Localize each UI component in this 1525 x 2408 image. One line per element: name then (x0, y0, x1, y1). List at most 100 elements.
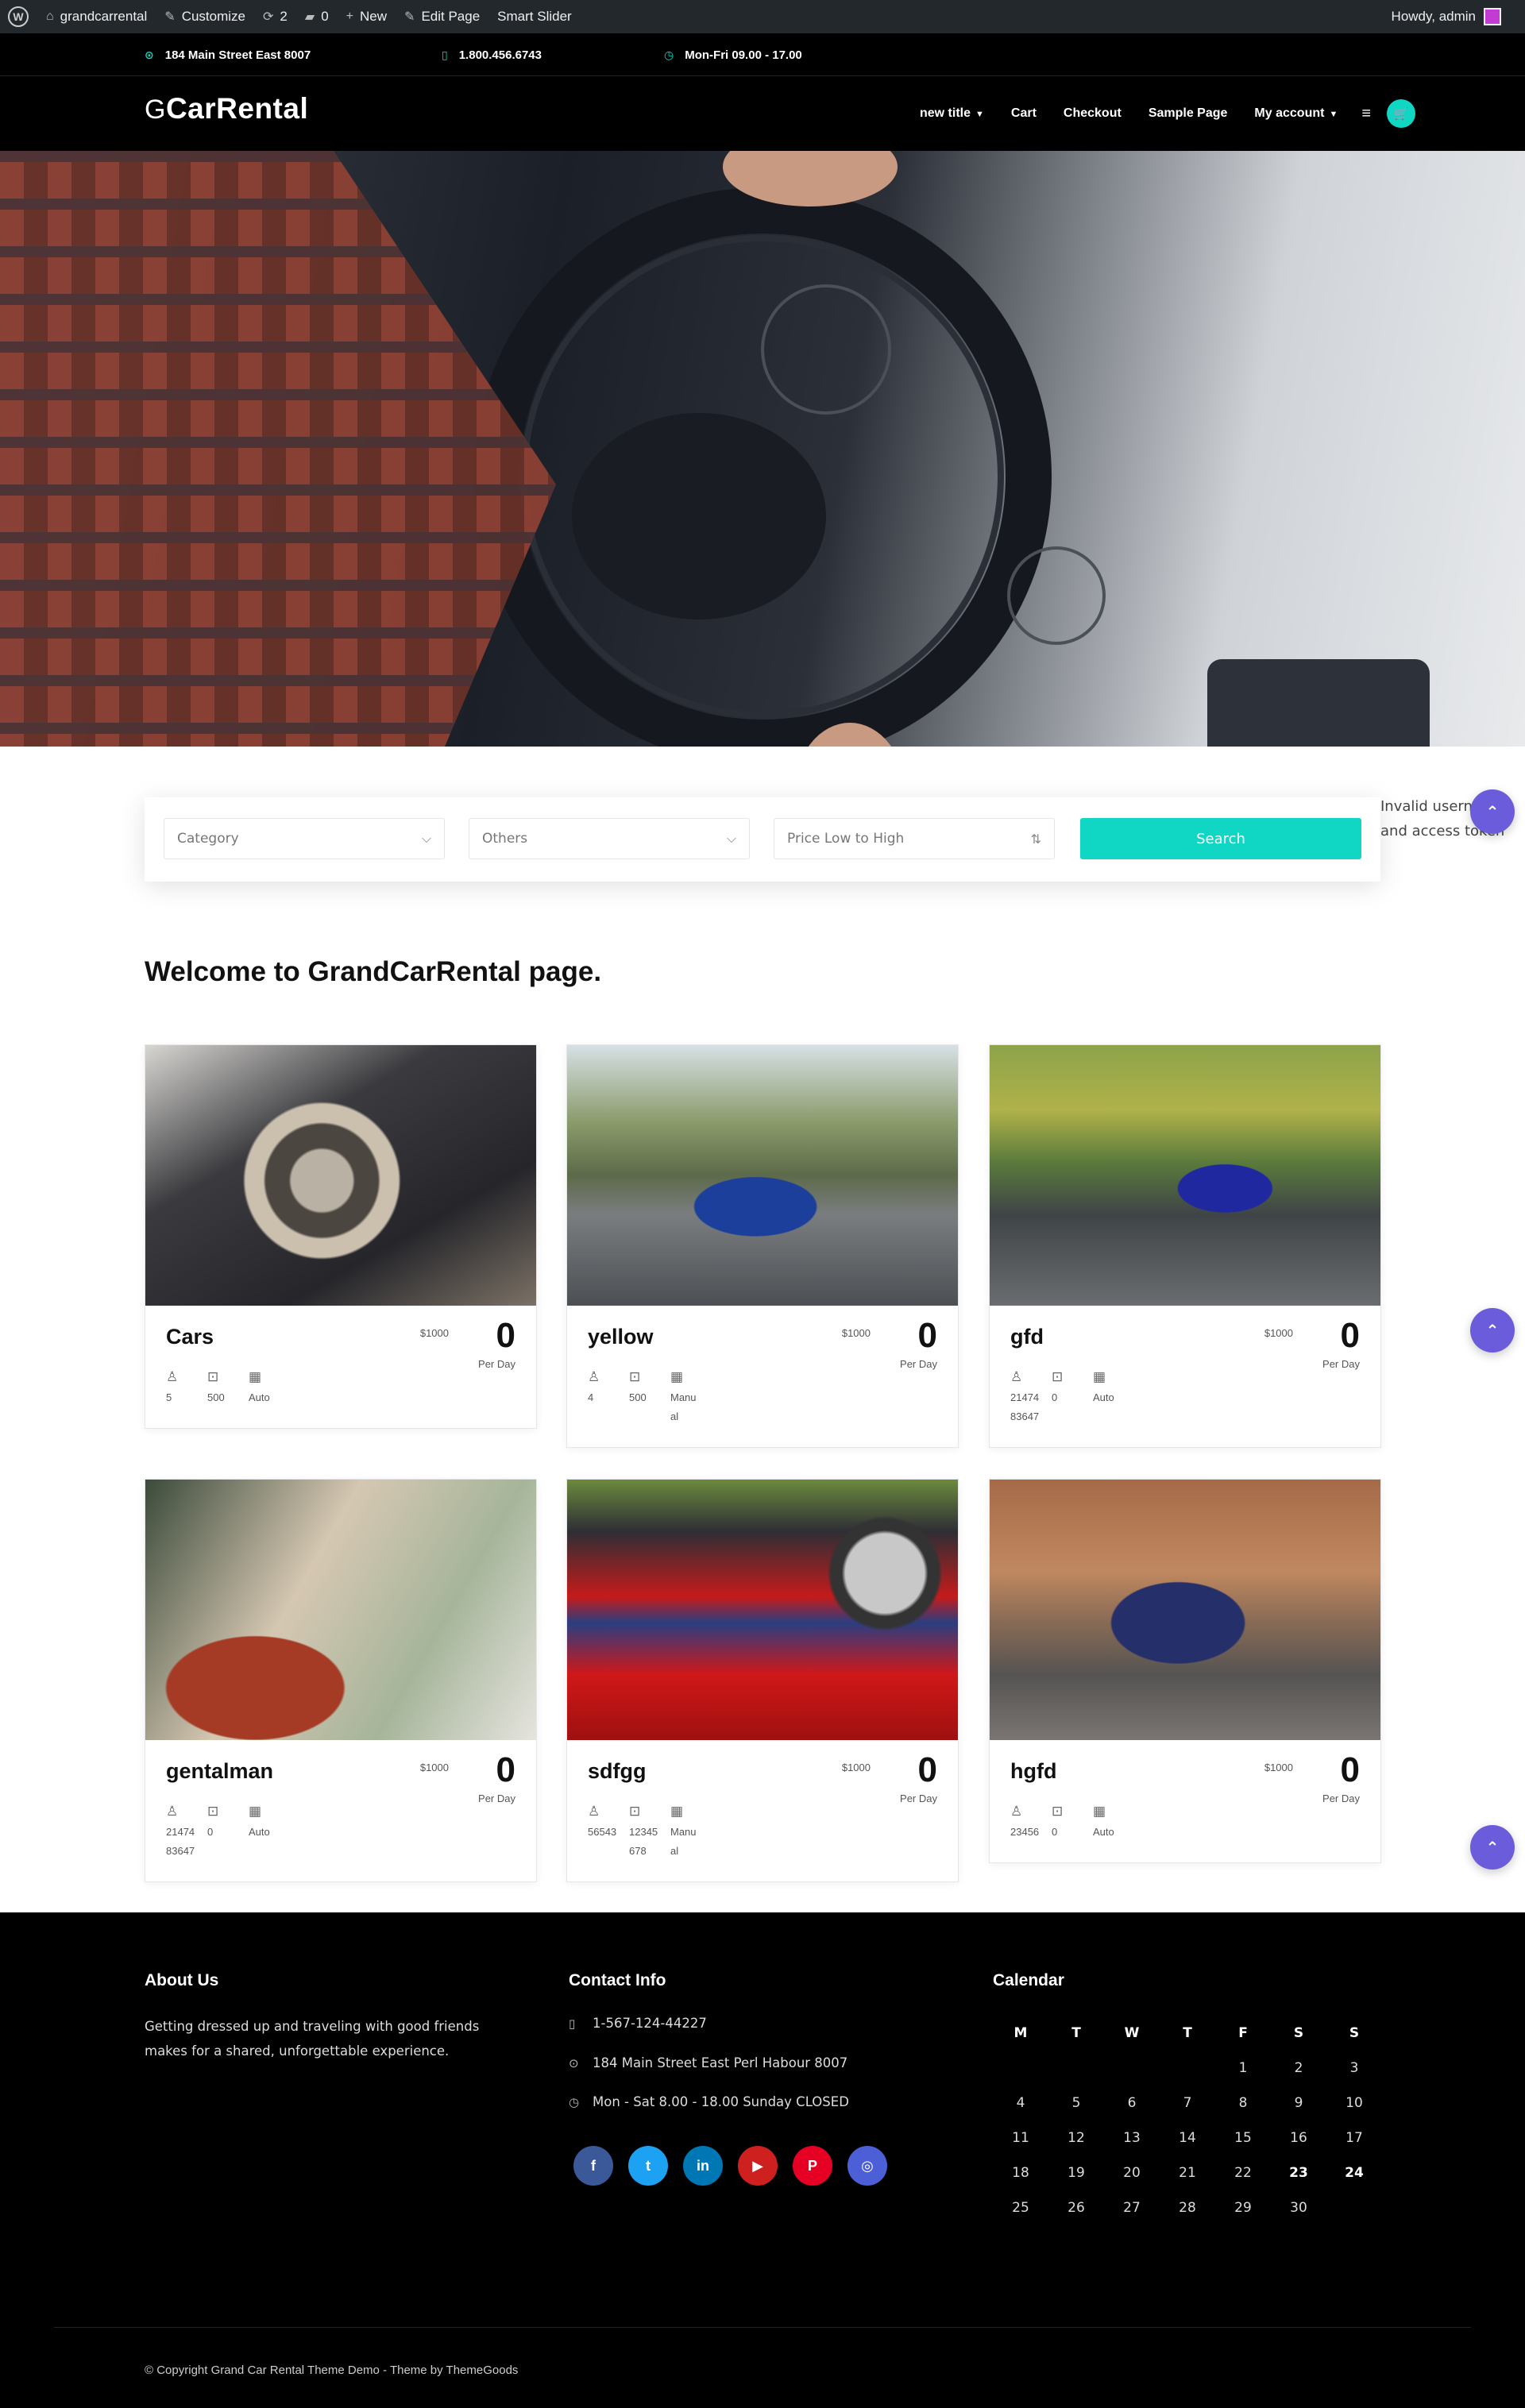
calendar-week: 25 26 27 28 29 30 (993, 2190, 1382, 2225)
person-icon: ♙ (1010, 1804, 1023, 1819)
price-value: 0 (917, 1316, 937, 1355)
car-card[interactable]: sdfgg $1000 0 Per Day ♙ 56543 ⊡ 12345 678 … (566, 1479, 959, 1882)
search-button[interactable]: Search (1080, 818, 1361, 859)
wordpress-icon: W (8, 6, 29, 27)
scroll-up-button[interactable]: ⌃ (1470, 789, 1515, 834)
pinterest-icon[interactable]: P (793, 2146, 832, 2186)
luggage-spec: ⊡ 500 (207, 1366, 237, 1407)
updates-link[interactable]: ⟳ 2 (263, 9, 288, 25)
chevron-down-icon: ⌵ (421, 831, 431, 846)
gearbox-icon: ▦ (670, 1804, 684, 1819)
car-image[interactable] (145, 1480, 536, 1740)
calendar-day: 5 (1071, 2095, 1081, 2111)
person-icon: ♙ (166, 1804, 179, 1819)
about-title: About Us (145, 1971, 219, 1989)
category-select[interactable]: Category ⌵ (164, 818, 445, 859)
price-value: 0 (917, 1750, 937, 1789)
site-logo[interactable]: GCarRental (145, 92, 308, 125)
instagram-icon[interactable]: ◎ (847, 2146, 887, 2186)
car-title[interactable]: hgfd (1010, 1759, 1056, 1784)
clock-icon: ◷ (664, 48, 674, 61)
calendar-day: 19 (1068, 2165, 1085, 2181)
facebook-icon[interactable]: f (573, 2146, 613, 2186)
site-name-link[interactable]: ⌂ grandcarrental (46, 9, 147, 25)
luggage-icon: ⊡ (1052, 1804, 1064, 1819)
comments-link[interactable]: ▰ 0 (305, 9, 329, 25)
car-image[interactable] (567, 1045, 958, 1306)
twitter-icon[interactable]: t (628, 2146, 668, 2186)
scroll-up-button[interactable]: ⌃ (1470, 1825, 1515, 1870)
per-day-label: Per Day (478, 1358, 515, 1370)
page-title: Welcome to GrandCarRental page. (145, 956, 602, 987)
chevron-up-icon: ⌃ (1485, 803, 1500, 821)
calendar-day: 2 (1294, 2060, 1303, 2076)
linkedin-icon[interactable]: in (683, 2146, 723, 2186)
avatar (1484, 8, 1501, 25)
car-specs: ♙ 23456 ⊡ 0 ▦ Auto (1010, 1800, 1123, 1842)
car-card[interactable]: yellow $1000 0 Per Day ♙ 4 ⊡ 500 ▦ Manu al (566, 1044, 959, 1448)
calendar-day: 16 (1290, 2130, 1307, 2146)
car-card[interactable]: hgfd $1000 0 Per Day ♙ 23456 ⊡ 0 ▦ Auto (989, 1479, 1381, 1863)
nav-item-new-title[interactable]: new title ▼ (920, 106, 984, 121)
car-image[interactable] (145, 1045, 536, 1306)
nav-item-cart[interactable]: Cart (1011, 106, 1037, 121)
sort-icon: ⇅ (1030, 831, 1041, 847)
smart-slider-link[interactable]: Smart Slider (497, 9, 572, 25)
car-card[interactable]: gfd $1000 0 Per Day ♙ 21474 83647 ⊡ 0 ▦ Aut… (989, 1044, 1381, 1448)
chevron-down-icon: ⌵ (726, 831, 736, 846)
car-title[interactable]: sdfgg (588, 1759, 647, 1784)
sort-select[interactable]: Price Low to High ⇅ (774, 818, 1055, 859)
calendar-day: 14 (1179, 2130, 1196, 2146)
calendar-day: 21 (1179, 2165, 1196, 2181)
chevron-down-icon: ▼ (1329, 110, 1338, 119)
calendar-day: 13 (1123, 2130, 1141, 2146)
price-label: $1000 (841, 1762, 871, 1773)
car-image[interactable] (990, 1045, 1380, 1306)
weekday-label: S (1349, 2025, 1360, 2041)
price-value: 0 (496, 1316, 515, 1355)
luggage-spec: ⊡ 12345 678 (629, 1800, 659, 1861)
car-image[interactable] (990, 1480, 1380, 1740)
nav-item-sample-page[interactable]: Sample Page (1149, 106, 1228, 121)
car-title[interactable]: gfd (1010, 1325, 1044, 1349)
car-title[interactable]: yellow (588, 1325, 654, 1349)
nav-item-checkout[interactable]: Checkout (1064, 106, 1122, 121)
edit-page-link[interactable]: ✎ Edit Page (404, 9, 480, 25)
customize-link[interactable]: ✎ Customize (164, 9, 245, 25)
person-icon: ♙ (588, 1804, 600, 1819)
car-title[interactable]: Cars (166, 1325, 214, 1349)
contact-address: ⊙ 184 Main Street East Perl Habour 8007 (569, 2055, 848, 2070)
account-menu[interactable]: Howdy, admin (1392, 0, 1501, 33)
menu-icon[interactable]: ≡ (1361, 105, 1371, 123)
per-day-label: Per Day (1322, 1358, 1360, 1370)
calendar-day (1104, 2051, 1160, 2086)
price-label: $1000 (1264, 1762, 1293, 1773)
nav-item-my-account[interactable]: My account ▼ (1254, 106, 1338, 121)
others-select[interactable]: Others ⌵ (469, 818, 750, 859)
car-image[interactable] (567, 1480, 958, 1740)
calendar-day: 11 (1012, 2130, 1029, 2146)
gauge-shape (761, 284, 891, 415)
luggage-spec: ⊡ 0 (1052, 1800, 1082, 1842)
topbar-phone: ▯ 1.800.456.6743 (442, 48, 542, 62)
scroll-up-button[interactable]: ⌃ (1470, 1308, 1515, 1353)
car-title[interactable]: gentalman (166, 1759, 273, 1784)
car-card[interactable]: Cars $1000 0 Per Day ♙ 5 ⊡ 500 ▦ Auto (145, 1044, 537, 1429)
top-info-bar: ⊙ 184 Main Street East 8007 ▯ 1.800.456.67… (0, 33, 1525, 76)
youtube-icon[interactable]: ▶ (738, 2146, 778, 2186)
seats-spec: ♙ 21474 83647 (1010, 1366, 1040, 1426)
site-header: GCarRental new title ▼ Cart Checkout Samp… (0, 76, 1525, 151)
car-card[interactable]: gentalman $1000 0 Per Day ♙ 21474 83647 ⊡… (145, 1479, 537, 1882)
comment-icon: ▰ (304, 10, 315, 24)
calendar-day: 9 (1294, 2095, 1303, 2111)
calendar: M T W T F S S 1 2 3 4 5 6 7 8 9 10 11 12… (993, 2016, 1382, 2225)
new-content-link[interactable]: + New (346, 9, 387, 25)
cart-button[interactable]: 🛒 (1387, 99, 1415, 128)
phone-icon: ▯ (442, 48, 448, 61)
gearbox-icon: ▦ (249, 1804, 262, 1819)
chevron-up-icon: ⌃ (1485, 1322, 1500, 1340)
steering-wheel-hub (572, 413, 826, 619)
calendar-day: 10 (1345, 2095, 1363, 2111)
weekday-label: S (1293, 2025, 1304, 2041)
wordpress-logo-button[interactable]: W (8, 6, 29, 27)
